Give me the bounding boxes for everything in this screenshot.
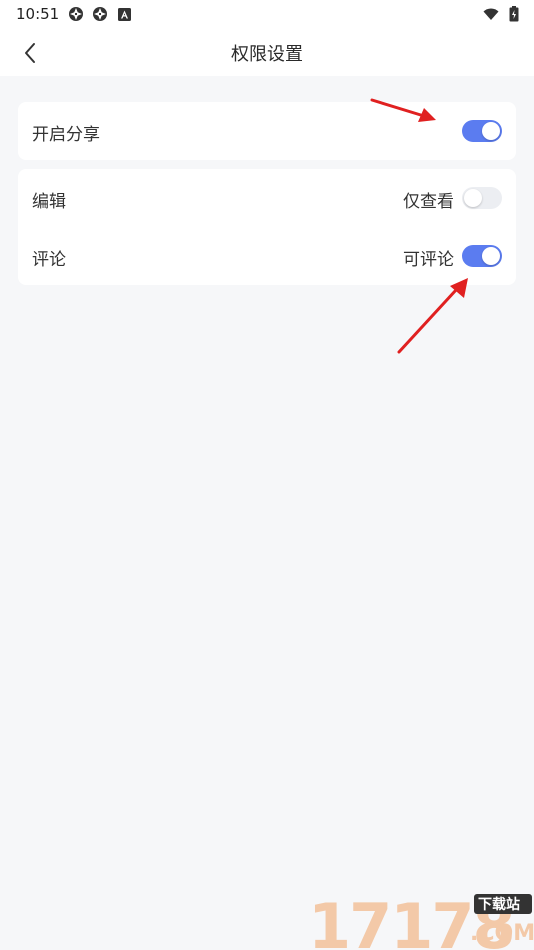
share-label: 开启分享 xyxy=(32,125,100,145)
edit-toggle[interactable] xyxy=(462,187,502,209)
status-time: 10:51 xyxy=(16,5,60,23)
share-row: 开启分享 xyxy=(18,102,516,160)
annotation-arrow-icon xyxy=(397,278,468,354)
toggle-knob xyxy=(482,122,500,140)
permissions-card: 编辑 仅查看 评论 可评论 xyxy=(18,169,516,285)
toggle-knob xyxy=(464,189,482,207)
edit-label: 编辑 xyxy=(32,192,66,212)
app-bar: 权限设置 xyxy=(0,28,534,76)
share-toggle[interactable] xyxy=(462,120,502,142)
edit-state-text: 仅查看 xyxy=(403,192,454,212)
svg-text:下载站: 下载站 xyxy=(478,896,520,913)
wifi-icon xyxy=(483,8,499,20)
share-card: 开启分享 xyxy=(18,102,516,160)
edit-permission-row: 编辑 仅查看 xyxy=(18,169,516,227)
status-bar: 10:51 xyxy=(0,0,534,28)
comment-toggle[interactable] xyxy=(462,245,502,267)
site-watermark-logo: 17178 下载站 .COM xyxy=(308,890,534,950)
app-notification-icon xyxy=(69,7,83,21)
a-badge-icon xyxy=(118,8,131,21)
page-title: 权限设置 xyxy=(231,44,303,65)
comment-state-text: 可评论 xyxy=(403,250,454,270)
battery-icon xyxy=(509,6,519,22)
toggle-knob xyxy=(482,247,500,265)
svg-text:.COM: .COM xyxy=(470,921,534,946)
app-notification-icon xyxy=(93,7,107,21)
comment-label: 评论 xyxy=(32,250,66,270)
annotation-arrow-icon xyxy=(370,98,436,122)
